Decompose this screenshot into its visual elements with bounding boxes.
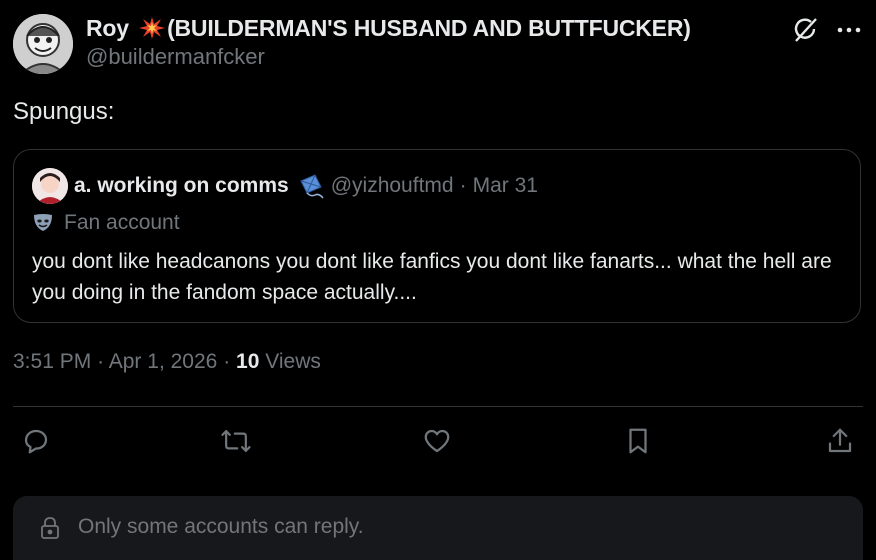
reply-icon bbox=[21, 426, 51, 461]
share-icon bbox=[825, 426, 855, 461]
tweet-header: Roy (BUILDERMAN'S HUSBAND AND BUTTFUCKER… bbox=[13, 12, 863, 76]
quoted-separator: · bbox=[459, 174, 467, 197]
author-handle[interactable]: @buildermanfcker bbox=[86, 42, 691, 72]
kite-emoji-icon bbox=[297, 173, 325, 199]
quoted-display-name[interactable]: a. working on comms bbox=[74, 174, 289, 198]
grok-icon[interactable] bbox=[791, 16, 819, 44]
tweet-date[interactable]: Apr 1, 2026 bbox=[109, 350, 218, 373]
bookmark-icon bbox=[623, 426, 653, 461]
quoted-date[interactable]: Mar 31 bbox=[473, 174, 538, 198]
tweet-time[interactable]: 3:51 PM bbox=[13, 350, 91, 373]
quoted-tweet[interactable]: a. working on comms @yizhouftmd · Mar 31… bbox=[13, 149, 861, 323]
author-display-name[interactable]: Roy (BUILDERMAN'S HUSBAND AND BUTTFUCKER… bbox=[86, 14, 691, 42]
author-name: Roy bbox=[86, 15, 129, 41]
reply-button[interactable] bbox=[16, 423, 56, 463]
fan-account-label: Fan account bbox=[32, 211, 180, 235]
retweet-button[interactable] bbox=[216, 423, 256, 463]
bookmark-button[interactable] bbox=[618, 423, 658, 463]
tweet-meta: 3:51 PM · Apr 1, 2026 · 10 Views bbox=[13, 350, 321, 374]
author-name-rest: (BUILDERMAN'S HUSBAND AND BUTTFUCKER) bbox=[167, 15, 691, 41]
divider bbox=[13, 406, 863, 407]
quoted-text: you dont like headcanons you dont like f… bbox=[32, 250, 832, 304]
quoted-handle[interactable]: @yizhouftmd bbox=[331, 174, 454, 198]
reply-restriction-banner: Only some accounts can reply. bbox=[13, 496, 863, 560]
views-label: Views bbox=[265, 350, 321, 373]
author-avatar[interactable] bbox=[13, 14, 73, 74]
reply-restriction-text: Only some accounts can reply. bbox=[78, 515, 364, 538]
like-icon bbox=[422, 426, 452, 461]
fan-account-text: Fan account bbox=[64, 211, 180, 234]
like-button[interactable] bbox=[417, 423, 457, 463]
meta-separator: · bbox=[97, 350, 105, 373]
quoted-author-avatar[interactable] bbox=[32, 168, 68, 204]
share-button[interactable] bbox=[820, 423, 860, 463]
collision-emoji-icon bbox=[139, 17, 166, 39]
meta-separator-2: · bbox=[223, 350, 231, 373]
tweet-text: Spungus: bbox=[13, 98, 115, 125]
action-bar bbox=[13, 423, 863, 463]
lock-icon bbox=[39, 516, 61, 540]
retweet-icon bbox=[220, 426, 252, 461]
views-count: 10 bbox=[236, 350, 260, 373]
performing-arts-mask-icon bbox=[32, 213, 54, 233]
more-icon[interactable] bbox=[835, 16, 863, 44]
